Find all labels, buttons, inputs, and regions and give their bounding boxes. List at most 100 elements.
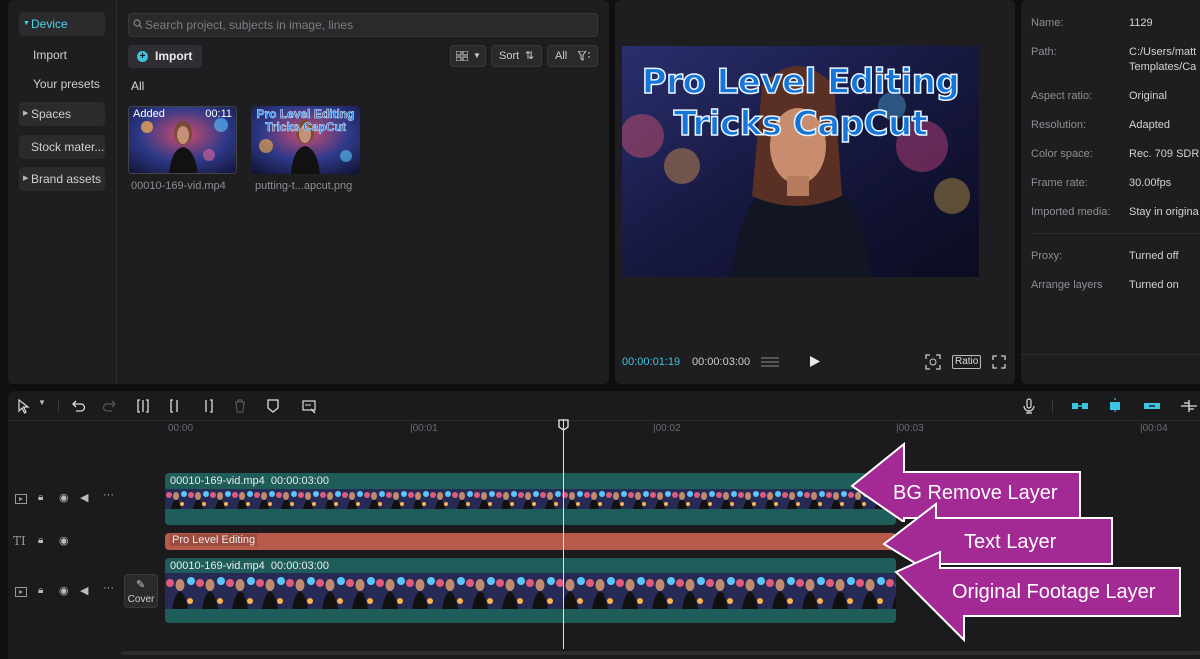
more-icon[interactable]: ··· bbox=[103, 582, 114, 594]
caret-down-icon: ▼ bbox=[23, 20, 30, 27]
details-panel: Name: 1129 Path: C:/Users/matt Templates… bbox=[1021, 0, 1200, 384]
eye-icon[interactable]: ◉ bbox=[59, 534, 69, 547]
sidebar-item-label: Stock mater... bbox=[31, 140, 105, 154]
clip-label: 00010-169-vid.mp4 00:00:03:00 bbox=[170, 475, 330, 487]
audio-levels-icon[interactable] bbox=[761, 355, 779, 369]
original-footage-callout-label: Original Footage Layer bbox=[952, 581, 1156, 603]
caret-right-icon: ▶ bbox=[23, 110, 29, 117]
timeline-toolbar: ▼ bbox=[8, 391, 1200, 421]
detail-value: Rec. 709 SDR bbox=[1129, 148, 1200, 160]
horizontal-scrollbar[interactable] bbox=[121, 651, 1200, 655]
main-track-magnet-icon[interactable] bbox=[1071, 398, 1089, 414]
caption-edit-icon[interactable] bbox=[301, 398, 317, 414]
detail-value: C:/Users/matt bbox=[1129, 46, 1197, 58]
ratio-button[interactable]: Ratio bbox=[952, 355, 982, 369]
redo-icon[interactable] bbox=[102, 398, 118, 414]
cover-button[interactable]: ✎ Cover bbox=[124, 574, 158, 608]
detail-value-continued: Templates/Ca bbox=[1129, 61, 1197, 73]
total-timecode: 00:00:03:00 bbox=[692, 356, 751, 368]
filter-button[interactable]: All bbox=[547, 45, 598, 67]
trim-left-icon[interactable] bbox=[167, 398, 183, 414]
detail-label: Arrange layers bbox=[1031, 279, 1103, 291]
trim-right-icon[interactable] bbox=[200, 398, 216, 414]
detail-value: Turned off bbox=[1129, 250, 1179, 262]
split-icon[interactable] bbox=[135, 398, 151, 414]
play-icon[interactable] bbox=[809, 355, 821, 368]
overlay-video-clip[interactable]: 00010-169-vid.mp4 00:00:03:00 bbox=[165, 473, 896, 525]
sidebar-item-spaces[interactable]: ▶ Spaces bbox=[19, 102, 105, 126]
text-clip-label: Pro Level Editing bbox=[170, 534, 258, 546]
view-toggle-button[interactable]: ▼ bbox=[450, 45, 486, 67]
detail-label: Path: bbox=[1031, 46, 1057, 58]
delete-icon[interactable] bbox=[232, 398, 248, 414]
eye-icon[interactable]: ◉ bbox=[59, 584, 69, 597]
media-file-name: 00010-169-vid.mp4 bbox=[131, 180, 226, 192]
linkage-icon[interactable] bbox=[1143, 398, 1161, 414]
more-icon[interactable]: ··· bbox=[103, 489, 114, 501]
sidebar-item-label: Import bbox=[33, 48, 68, 62]
video-track-icon bbox=[15, 494, 27, 504]
sidebar-item-label: Spaces bbox=[31, 107, 72, 121]
import-label: Import bbox=[155, 49, 193, 63]
media-sidebar: ▼ Device Import Your presets ▶ Spaces St… bbox=[8, 0, 117, 384]
divider bbox=[1021, 354, 1200, 355]
sidebar-item-label: Your presets bbox=[33, 77, 100, 91]
sidebar-item-brand[interactable]: ▶ Brand assets bbox=[19, 167, 105, 191]
auto-snap-icon[interactable] bbox=[1106, 398, 1124, 414]
chevron-down-icon[interactable]: ▼ bbox=[38, 398, 46, 407]
select-tool-icon[interactable] bbox=[16, 398, 32, 414]
mark-icon[interactable] bbox=[265, 398, 281, 414]
sidebar-item-device[interactable]: ▼ Device bbox=[19, 12, 105, 36]
divider bbox=[1031, 233, 1200, 234]
chevron-down-icon: ▼ bbox=[473, 51, 481, 60]
detail-value: 30.00fps bbox=[1129, 177, 1172, 189]
media-file-name: putting-t...apcut.png bbox=[255, 180, 353, 192]
detail-label: Proxy: bbox=[1031, 250, 1063, 262]
current-timecode: 00:00:01:19 bbox=[622, 356, 681, 368]
media-thumbnail[interactable]: Added 00:11 bbox=[128, 106, 237, 174]
search-box[interactable] bbox=[128, 13, 598, 37]
lock-icon[interactable]: 🔒︎ bbox=[38, 535, 43, 546]
clip-filmstrip bbox=[165, 489, 896, 509]
all-heading: All bbox=[131, 79, 145, 93]
plus-icon: + bbox=[137, 51, 148, 62]
detail-value: Original bbox=[1129, 90, 1167, 102]
detail-value: Turned on bbox=[1129, 279, 1179, 291]
pencil-icon: ✎ bbox=[136, 579, 146, 591]
filter-icon bbox=[578, 51, 590, 61]
sidebar-item-stock[interactable]: Stock mater... bbox=[19, 135, 105, 159]
clip-label: 00010-169-vid.mp4 00:00:03:00 bbox=[170, 560, 330, 572]
microphone-icon[interactable] bbox=[1021, 398, 1037, 414]
detail-label: Imported media: bbox=[1031, 206, 1111, 218]
lock-icon[interactable]: 🔒︎ bbox=[38, 585, 43, 596]
clip-filmstrip bbox=[165, 573, 896, 609]
lock-icon[interactable]: 🔒︎ bbox=[38, 492, 43, 503]
text-track-icon: TI bbox=[13, 534, 26, 548]
preview-axis-icon[interactable] bbox=[1180, 398, 1198, 414]
timeline-ruler[interactable]: 00:00 |00:01 |00:02 |00:03 |00:04 bbox=[165, 421, 1200, 437]
sidebar-item-presets[interactable]: Your presets bbox=[19, 72, 105, 96]
divider bbox=[58, 399, 59, 413]
fullscreen-icon[interactable] bbox=[992, 355, 1006, 369]
main-video-clip[interactable]: 00010-169-vid.mp4 00:00:03:00 bbox=[165, 558, 896, 623]
undo-icon[interactable] bbox=[70, 398, 86, 414]
speaker-icon[interactable]: ◀︎ bbox=[80, 584, 88, 597]
filter-label: All bbox=[555, 50, 568, 62]
crop-icon[interactable] bbox=[925, 354, 941, 370]
import-button[interactable]: + Import bbox=[128, 45, 202, 68]
sort-button[interactable]: Sort ⇅ bbox=[491, 45, 542, 67]
sort-label: Sort bbox=[499, 50, 520, 62]
search-input[interactable] bbox=[145, 14, 585, 36]
speaker-icon[interactable]: ◀︎ bbox=[80, 491, 88, 504]
media-panel: ▼ Device Import Your presets ▶ Spaces St… bbox=[8, 0, 609, 384]
eye-icon[interactable]: ◉ bbox=[59, 491, 69, 504]
preview-title-line1: Pro Level Editing bbox=[641, 61, 961, 103]
duration-label: 00:11 bbox=[205, 108, 232, 120]
playhead[interactable] bbox=[563, 419, 564, 649]
detail-value: 1129 bbox=[1129, 17, 1153, 29]
text-clip[interactable]: Pro Level Editing bbox=[165, 533, 896, 550]
detail-label: Name: bbox=[1031, 17, 1064, 29]
player-panel: Pro Level Editing Tricks CapCut 00:00:01… bbox=[615, 0, 1015, 384]
media-thumbnail[interactable]: Pro Level Editing Tricks CapCut bbox=[251, 106, 360, 174]
sidebar-item-import[interactable]: Import bbox=[19, 43, 105, 67]
